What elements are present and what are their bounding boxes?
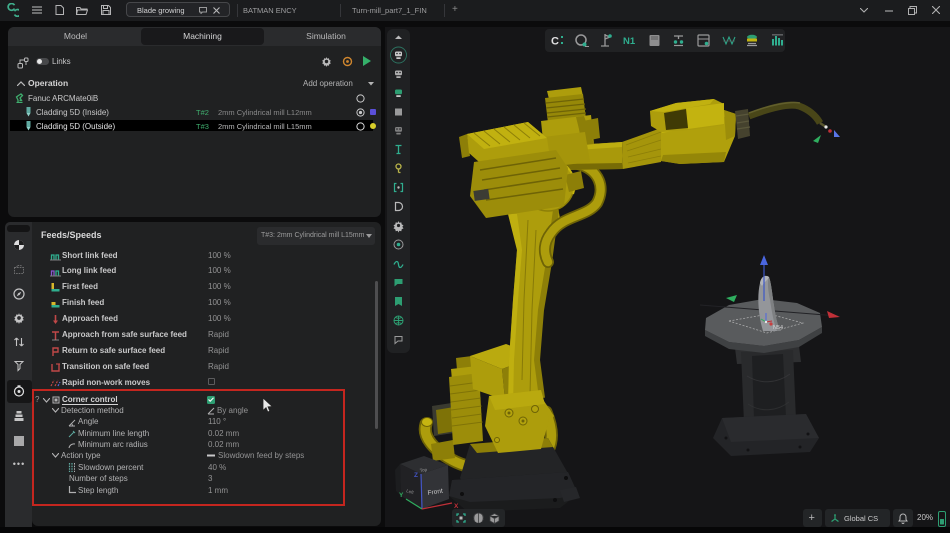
svg-text:Top: Top <box>419 467 427 473</box>
svg-text:N54: N54 <box>773 325 783 331</box>
svg-text:Z: Z <box>414 472 418 479</box>
svg-text:Y: Y <box>399 492 404 499</box>
